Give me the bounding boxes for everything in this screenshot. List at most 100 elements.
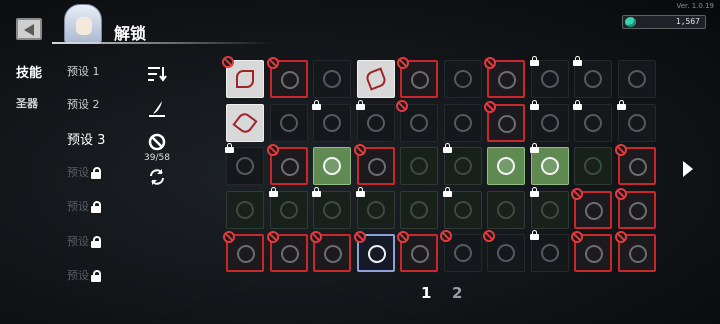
sort-icon[interactable]	[146, 65, 168, 85]
skill-slot[interactable]	[313, 60, 351, 98]
quill-icon[interactable]	[146, 99, 168, 119]
skill-slot[interactable]	[225, 143, 264, 185]
skill-slot[interactable]	[571, 231, 612, 272]
skill-slot[interactable]	[268, 186, 308, 229]
skill-slot[interactable]	[226, 103, 264, 142]
skill-slot[interactable]	[573, 99, 612, 142]
skill-slot[interactable]	[484, 57, 525, 98]
skill-icon	[320, 67, 344, 91]
skill-icon	[233, 197, 257, 222]
skill-slot[interactable]	[222, 56, 264, 98]
ban-icon	[397, 231, 409, 243]
skill-slot[interactable]	[574, 147, 612, 185]
skill-icon	[233, 241, 259, 267]
page-title: 解锁	[114, 24, 147, 43]
currency-display: 1,567	[622, 15, 706, 29]
skill-icon	[407, 110, 431, 135]
preset-tab-1[interactable]: 预设 1	[67, 63, 100, 79]
refresh-icon[interactable]	[146, 168, 168, 188]
skill-icon	[236, 70, 254, 88]
skill-slot[interactable]	[226, 190, 264, 229]
preset-tab-6-locked[interactable]: 预设	[67, 233, 101, 249]
skill-slot[interactable]	[353, 144, 395, 185]
skill-slot[interactable]	[616, 99, 656, 142]
skill-slot[interactable]	[442, 143, 482, 185]
skill-slot[interactable]	[483, 230, 525, 272]
preset-tab-7-locked[interactable]: 预设	[67, 267, 101, 283]
skill-slot[interactable]	[614, 187, 656, 229]
back-button[interactable]	[16, 18, 42, 40]
skill-slot[interactable]	[487, 190, 525, 229]
skill-icon	[538, 68, 561, 90]
version-label: Ver. 1.0.19	[676, 2, 714, 10]
ban-icon	[483, 230, 495, 242]
category-tab-relics[interactable]: 圣器	[16, 95, 38, 111]
skill-slot[interactable]	[439, 230, 482, 272]
skill-slot[interactable]	[312, 186, 351, 229]
skill-slot[interactable]	[484, 100, 525, 142]
skill-icon	[494, 67, 520, 93]
skill-slot[interactable]	[614, 231, 656, 272]
skill-icon	[451, 198, 474, 221]
preset-tab-4-locked[interactable]: 预设	[67, 164, 101, 180]
skill-icon	[407, 154, 431, 178]
skill-slot[interactable]	[529, 143, 569, 185]
skill-slot[interactable]	[353, 231, 395, 272]
skill-slot[interactable]	[396, 99, 438, 142]
skill-slot[interactable]	[355, 186, 395, 229]
skill-slot[interactable]	[443, 60, 482, 98]
skill-slot[interactable]	[400, 147, 438, 185]
skill-slot[interactable]	[266, 144, 308, 185]
skill-slot[interactable]	[529, 56, 569, 98]
lock-icon	[529, 230, 539, 241]
preset-tab-2[interactable]: 预设 2	[67, 96, 100, 112]
skill-slot[interactable]	[529, 99, 569, 142]
lock-icon	[573, 56, 582, 67]
skill-slot[interactable]	[442, 186, 482, 229]
ban-icon	[439, 230, 452, 242]
skill-slot[interactable]	[356, 60, 395, 98]
skill-slot[interactable]	[614, 144, 656, 185]
skill-slot[interactable]	[313, 147, 351, 185]
skill-slot[interactable]	[355, 99, 395, 142]
skill-slot[interactable]	[529, 186, 569, 229]
ban-icon	[222, 56, 234, 68]
skill-slot[interactable]	[571, 187, 612, 229]
skill-slot[interactable]	[269, 103, 308, 142]
skill-icon	[497, 113, 517, 134]
preset-tab-3[interactable]: 预设 3	[67, 129, 105, 148]
ban-icon[interactable]	[146, 133, 168, 153]
skill-slot[interactable]	[487, 147, 525, 185]
skill-slot[interactable]	[400, 190, 438, 229]
skill-slot[interactable]	[529, 230, 569, 272]
skill-slot[interactable]	[223, 231, 264, 272]
skill-slot[interactable]	[310, 231, 351, 272]
skill-slot[interactable]	[573, 56, 612, 98]
ban-icon	[353, 144, 366, 156]
lock-icon	[355, 186, 365, 198]
category-tab-skills[interactable]: 技能	[16, 62, 42, 81]
ban-icon	[484, 57, 496, 69]
skill-slot[interactable]	[443, 103, 482, 142]
skill-slot[interactable]	[397, 57, 438, 98]
skill-icon	[319, 196, 345, 223]
page-1-button[interactable]: 1	[421, 284, 431, 302]
skill-slot[interactable]	[312, 99, 351, 142]
lock-icon	[91, 201, 101, 213]
ban-icon	[484, 100, 496, 113]
skill-icon	[624, 66, 649, 92]
skill-icon	[321, 242, 345, 266]
skill-icon	[539, 156, 560, 176]
ban-counter: 39/58	[144, 153, 170, 163]
skill-slot[interactable]	[266, 57, 308, 98]
ban-icon	[614, 144, 627, 156]
skill-slot[interactable]	[617, 60, 656, 98]
lock-icon	[268, 186, 278, 198]
preset-tab-5-locked[interactable]: 预设	[67, 198, 101, 214]
page-2-button[interactable]: 2	[452, 284, 462, 302]
next-page-arrow[interactable]	[683, 161, 693, 177]
skill-icon	[319, 109, 345, 136]
skill-slot[interactable]	[397, 231, 438, 272]
ban-icon	[396, 99, 408, 112]
skill-slot[interactable]	[266, 231, 308, 272]
